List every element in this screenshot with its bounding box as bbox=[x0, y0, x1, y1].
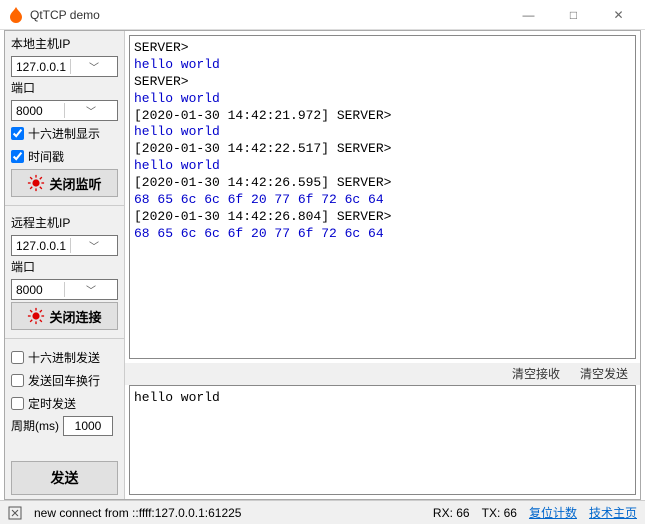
local-port-combo[interactable]: 8000 ﹀ bbox=[11, 100, 118, 121]
remote-port-label: 端口 bbox=[11, 258, 118, 275]
recv-line: [2020-01-30 14:42:22.517] SERVER> bbox=[134, 141, 631, 158]
chevron-down-icon: ﹀ bbox=[64, 282, 117, 297]
close-connection-button[interactable]: 关闭连接 bbox=[11, 302, 118, 330]
minimize-button[interactable]: — bbox=[506, 1, 551, 29]
remote-port-value: 8000 bbox=[12, 283, 64, 297]
clear-send-button[interactable]: 清空发送 bbox=[580, 365, 628, 383]
recv-line: SERVER> bbox=[134, 40, 631, 57]
timed-send-input[interactable] bbox=[11, 397, 24, 410]
timestamp-input[interactable] bbox=[11, 150, 24, 163]
chevron-down-icon: ﹀ bbox=[70, 238, 117, 253]
send-textarea[interactable]: hello world bbox=[129, 385, 636, 495]
chevron-down-icon: ﹀ bbox=[64, 103, 117, 118]
period-label: 周期(ms) bbox=[11, 417, 59, 434]
window-title: QtTCP demo bbox=[30, 8, 506, 22]
recv-line: hello world bbox=[134, 91, 631, 108]
local-port-label: 端口 bbox=[11, 79, 118, 96]
local-ip-label: 本地主机IP bbox=[11, 35, 118, 52]
clear-recv-button[interactable]: 清空接收 bbox=[512, 365, 560, 383]
timestamp-checkbox[interactable]: 时间戳 bbox=[11, 148, 118, 165]
sun-icon bbox=[27, 307, 45, 325]
app-icon bbox=[8, 7, 24, 23]
recv-line: [2020-01-30 14:42:26.804] SERVER> bbox=[134, 209, 631, 226]
recv-line: SERVER> bbox=[134, 74, 631, 91]
remote-ip-label: 远程主机IP bbox=[11, 214, 118, 231]
close-listen-button[interactable]: 关闭监听 bbox=[11, 169, 118, 197]
homepage-link[interactable]: 技术主页 bbox=[589, 504, 637, 521]
status-bar: new connect from ::ffff:127.0.0.1:61225 … bbox=[0, 500, 645, 524]
hex-display-input[interactable] bbox=[11, 127, 24, 140]
reset-counter-link[interactable]: 复位计数 bbox=[529, 504, 577, 521]
main-panel: SERVER>hello worldSERVER>hello world[202… bbox=[125, 31, 640, 499]
status-message: new connect from ::ffff:127.0.0.1:61225 bbox=[34, 506, 421, 520]
hex-send-input[interactable] bbox=[11, 351, 24, 364]
recv-line: hello world bbox=[134, 158, 631, 175]
recv-line: 68 65 6c 6c 6f 20 77 6f 72 6c 64 bbox=[134, 226, 631, 243]
send-newline-input[interactable] bbox=[11, 374, 24, 387]
titlebar: QtTCP demo — □ ✕ bbox=[0, 0, 645, 30]
tx-counter: TX: 66 bbox=[482, 506, 517, 520]
pin-icon[interactable] bbox=[8, 506, 22, 520]
send-button[interactable]: 发送 bbox=[11, 461, 118, 495]
recv-line: 68 65 6c 6c 6f 20 77 6f 72 6c 64 bbox=[134, 192, 631, 209]
remote-port-combo[interactable]: 8000 ﹀ bbox=[11, 279, 118, 300]
recv-line: hello world bbox=[134, 57, 631, 74]
hex-send-checkbox[interactable]: 十六进制发送 bbox=[11, 349, 118, 366]
hex-display-checkbox[interactable]: 十六进制显示 bbox=[11, 125, 118, 142]
recv-line: hello world bbox=[134, 124, 631, 141]
local-ip-combo[interactable]: 127.0.0.1 ﹀ bbox=[11, 56, 118, 77]
divider bbox=[5, 205, 124, 206]
sun-icon bbox=[27, 174, 45, 192]
remote-ip-value: 127.0.0.1 bbox=[12, 239, 70, 253]
maximize-button[interactable]: □ bbox=[551, 1, 596, 29]
remote-ip-combo[interactable]: 127.0.0.1 ﹀ bbox=[11, 235, 118, 256]
send-newline-checkbox[interactable]: 发送回车换行 bbox=[11, 372, 118, 389]
divider bbox=[5, 338, 124, 339]
recv-line: [2020-01-30 14:42:21.972] SERVER> bbox=[134, 108, 631, 125]
receive-textarea[interactable]: SERVER>hello worldSERVER>hello world[202… bbox=[129, 35, 636, 359]
local-port-value: 8000 bbox=[12, 104, 64, 118]
recv-line: [2020-01-30 14:42:26.595] SERVER> bbox=[134, 175, 631, 192]
rx-counter: RX: 66 bbox=[433, 506, 470, 520]
sidebar: 本地主机IP 127.0.0.1 ﹀ 端口 8000 ﹀ 十六进制显示 时间戳 … bbox=[5, 31, 125, 499]
timed-send-checkbox[interactable]: 定时发送 bbox=[11, 395, 118, 412]
local-ip-value: 127.0.0.1 bbox=[12, 60, 70, 74]
close-button[interactable]: ✕ bbox=[596, 1, 641, 29]
period-input[interactable] bbox=[63, 416, 113, 436]
chevron-down-icon: ﹀ bbox=[70, 59, 117, 74]
